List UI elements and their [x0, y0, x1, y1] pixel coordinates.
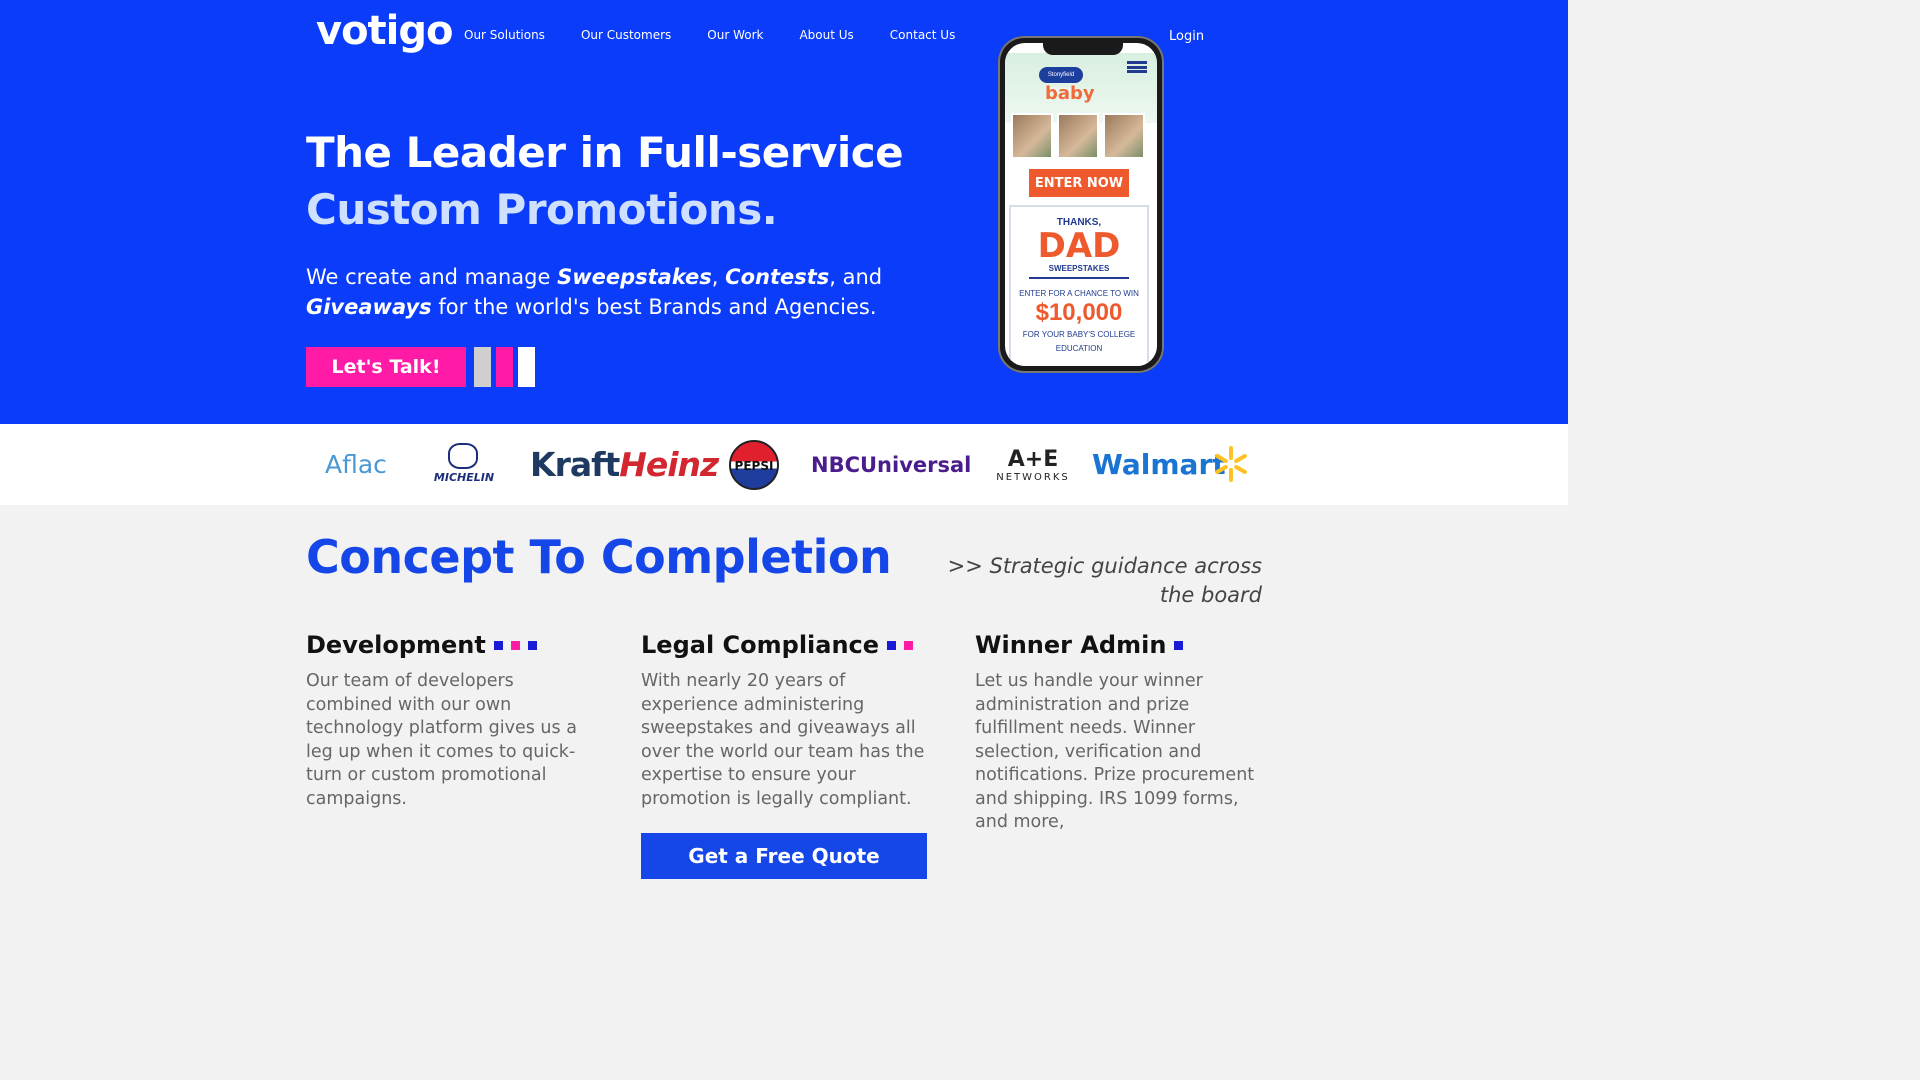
login-link[interactable]: Login [1169, 29, 1204, 44]
phone-brand-baby: baby [1045, 83, 1095, 104]
legal-compliance-heading: Legal Compliance [641, 630, 931, 660]
ae-networks-subtext: NETWORKS [996, 472, 1070, 483]
get-free-quote-button[interactable]: Get a Free Quote [641, 833, 927, 879]
square-icon-navy [887, 640, 897, 650]
michelin-wordmark: MICHELIN [433, 471, 495, 484]
phone-screen: Stonyfield ORGANIC baby ENTER NOW THANKS… [1005, 43, 1157, 366]
subtext-comma: , [711, 265, 726, 289]
dad-text: DAD [1037, 226, 1121, 266]
sweepstakes-label: SWEEPSTAKES [1029, 264, 1129, 279]
winner-admin-title: Winner Admin [975, 631, 1167, 659]
development-text: Our team of developers combined with our… [306, 671, 577, 809]
winner-admin-heading: Winner Admin [975, 630, 1265, 660]
headline-line-1: The Leader in Full-service [306, 128, 904, 177]
legal-compliance-title: Legal Compliance [641, 631, 880, 659]
square-icon-navy [1174, 640, 1184, 650]
concept-tagline: >> Strategic guidance across the board [947, 554, 1262, 607]
walmart-spark-icon [1212, 444, 1250, 484]
hamburger-menu-icon[interactable] [1127, 61, 1147, 73]
spark-ray-5 [1214, 464, 1229, 475]
winner-admin-column: Winner Admin Let us handle your winner a… [975, 630, 1265, 835]
square-icon-pink [510, 640, 520, 650]
hero-subtext: We create and manage Sweepstakes, Contes… [306, 262, 966, 322]
subtext-suffix: for the world's best Brands and Agencies… [431, 295, 877, 319]
ae-networks-logo: A+E NETWORKS [993, 447, 1073, 484]
pepsi-wordmark: PEPSI [734, 459, 774, 473]
walmart-logo: Walmart [1092, 448, 1226, 481]
prize-amount: $10,000 [1035, 299, 1123, 326]
square-icon-navy [527, 640, 537, 650]
phone-mockup: Stonyfield ORGANIC baby ENTER NOW THANKS… [998, 36, 1164, 373]
legal-compliance-column: Legal Compliance With nearly 20 years of… [641, 630, 931, 811]
subtext-giveaways: Giveaways [306, 295, 432, 319]
spark-ray-1 [1229, 446, 1233, 460]
pepsi-logo: PEPSI [729, 440, 779, 490]
winner-admin-text: Let us handle your winner administration… [975, 671, 1255, 832]
family-photo-1 [1011, 113, 1053, 159]
hero-headline: The Leader in Full-service Custom Promot… [306, 124, 946, 238]
nav-our-work[interactable]: Our Work [707, 28, 763, 42]
spark-ray-2 [1233, 453, 1248, 464]
nav-our-solutions[interactable]: Our Solutions [464, 28, 545, 42]
aflac-logo: Aflac [325, 450, 387, 479]
client-logos-strip [0, 424, 1568, 505]
subtext-sweepstakes: Sweepstakes [557, 265, 712, 289]
decor-bar-pink [496, 347, 513, 387]
nav-about-us[interactable]: About Us [799, 28, 853, 42]
headline-line-2: Custom Promotions. [306, 185, 778, 234]
stonyfield-badge: Stonyfield ORGANIC [1039, 67, 1083, 94]
decor-bar-gray [474, 347, 491, 387]
heinz-wordmark: Heinz [619, 445, 719, 484]
main-nav: Our Solutions Our Customers Our Work Abo… [464, 28, 991, 42]
subtext-prefix: We create and manage [306, 265, 558, 289]
development-heading: Development [306, 630, 596, 660]
legal-compliance-text: With nearly 20 years of experience admin… [641, 671, 925, 809]
enter-now-button[interactable]: ENTER NOW [1029, 169, 1129, 197]
family-photo-3 [1103, 113, 1145, 159]
nav-contact-us[interactable]: Contact Us [890, 28, 956, 42]
ae-wordmark: A+E [1007, 447, 1059, 472]
kraft-heinz-logo: KraftHeinz [530, 445, 719, 484]
kraft-wordmark: Kraft [530, 445, 620, 484]
development-column: Development Our team of developers combi… [306, 630, 596, 811]
lets-talk-button[interactable]: Let's Talk! [306, 347, 466, 387]
square-icon-pink [904, 640, 914, 650]
development-title: Development [306, 631, 486, 659]
sweepstakes-card: THANKS, DAD SWEEPSTAKES ENTER FOR A CHAN… [1009, 205, 1149, 366]
phone-notch [1043, 43, 1123, 55]
enter-chance-text: ENTER FOR A CHANCE TO WIN [1019, 289, 1139, 298]
spark-ray-3 [1233, 464, 1248, 475]
votigo-logo[interactable]: votigo [316, 8, 453, 54]
subtext-contests: Contests [725, 265, 830, 289]
subtext-and: , and [829, 265, 883, 289]
square-icon-navy [493, 640, 503, 650]
concept-title: Concept To Completion [306, 530, 892, 584]
michelin-man-icon [448, 443, 478, 469]
nav-our-customers[interactable]: Our Customers [581, 28, 671, 42]
decor-bar-white [518, 347, 535, 387]
nbcuniversal-logo: NBCUniversal [811, 453, 972, 477]
college-text: FOR YOUR BABY'S COLLEGE EDUCATION [1022, 330, 1136, 353]
spark-ray-6 [1214, 453, 1229, 464]
family-photo-2 [1057, 113, 1099, 159]
michelin-logo: MICHELIN [426, 441, 502, 485]
spark-ray-4 [1229, 468, 1233, 482]
